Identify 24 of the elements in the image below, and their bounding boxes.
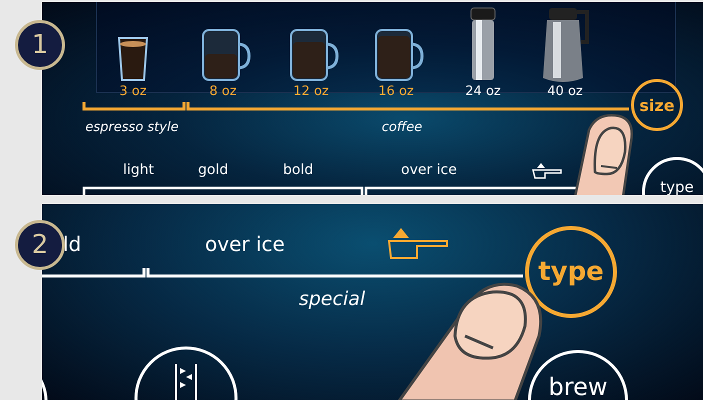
type-label[interactable]: over ice: [205, 232, 285, 256]
type-label[interactable]: over ice: [401, 162, 457, 178]
step-badge: 2: [15, 220, 65, 270]
group-label: special: [298, 288, 366, 310]
type-label[interactable]: gold: [198, 162, 228, 178]
tumbler-icon: [469, 6, 497, 82]
mug-icon: [289, 28, 339, 82]
grind-button[interactable]: [134, 344, 238, 400]
group-label: coffee: [380, 120, 424, 135]
size-label[interactable]: 3 oz: [103, 84, 163, 99]
size-label[interactable]: 24 oz: [453, 84, 513, 99]
step-badge: 1: [15, 20, 65, 70]
type-label[interactable]: bold: [283, 162, 314, 178]
size-label[interactable]: 8 oz: [193, 84, 253, 99]
mug-icon: [201, 28, 251, 82]
mug-icon: [374, 28, 424, 82]
size-label[interactable]: 16 oz: [366, 84, 426, 99]
type-label[interactable]: ld: [63, 232, 82, 256]
glass-icon: [117, 36, 149, 82]
carafe-icon: [541, 6, 591, 82]
size-label[interactable]: 40 oz: [535, 84, 595, 99]
size-label[interactable]: 12 oz: [281, 84, 341, 99]
type-label[interactable]: light: [123, 162, 154, 178]
group-label: espresso style: [84, 120, 180, 135]
